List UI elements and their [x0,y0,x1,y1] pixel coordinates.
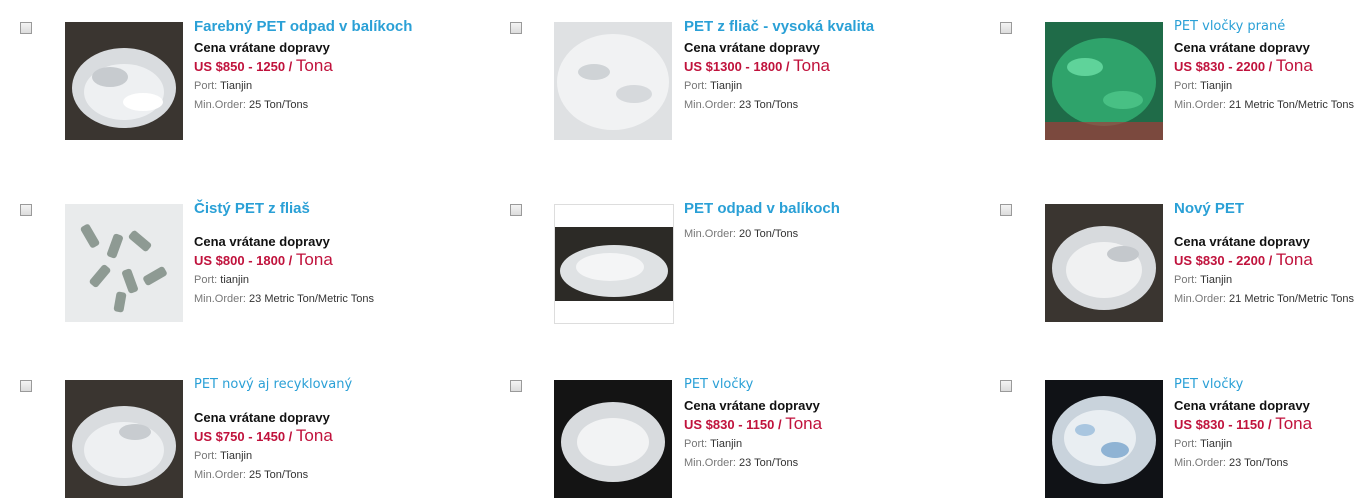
price: US $830 - 1150 / Tona [1174,414,1313,433]
product-title[interactable]: PET z fliač - vysoká kvalita [684,18,946,35]
price-note: Cena vrátane dopravy [194,410,330,425]
product-title[interactable]: Nový PET [1174,200,1356,217]
product-title[interactable]: Farebný PET odpad v balíkoch [194,18,456,35]
product-title[interactable]: PET vločky prané [1174,18,1356,35]
port: Port: tianjin [194,274,250,286]
product-image[interactable] [1045,22,1163,140]
select-checkbox[interactable] [20,22,32,34]
price-note: Cena vrátane dopravy [194,234,330,249]
port: Port: Tianjin [194,450,253,462]
select-checkbox[interactable] [20,204,32,216]
product-title[interactable]: Čistý PET z fliaš [194,200,456,217]
price: US $800 - 1800 / Tona [194,250,333,269]
min-order: Min.Order: 23 Metric Ton/Metric Tons [194,293,374,305]
min-order: Min.Order: 21 Metric Ton/Metric Tons [1174,99,1354,111]
product-title[interactable]: PET vločky [1174,376,1356,393]
price-note: Cena vrátane dopravy [194,40,330,55]
price: US $1300 - 1800 / Tona [684,56,831,75]
product-title[interactable]: PET nový aj recyklovaný [194,376,456,393]
product-image[interactable] [65,380,183,498]
price-note: Cena vrátane dopravy [1174,40,1310,55]
select-checkbox[interactable] [510,22,522,34]
product-image[interactable] [1045,380,1163,498]
product-title[interactable]: PET odpad v balíkoch [684,200,946,217]
select-checkbox[interactable] [20,380,32,392]
port: Port: Tianjin [684,438,743,450]
port: Port: Tianjin [1174,274,1233,286]
pet-flakes-photo [555,227,673,301]
price: US $750 - 1450 / Tona [194,426,333,445]
pet-flakes-photo [72,406,176,486]
product-image[interactable] [1045,204,1163,322]
product-image[interactable] [65,204,183,322]
pet-flakes-photo [1052,396,1156,484]
pet-flakes-photo [554,22,672,140]
price: US $830 - 2200 / Tona [1174,56,1313,75]
price-note: Cena vrátane dopravy [1174,234,1310,249]
min-order: Min.Order: 23 Ton/Tons [1174,457,1289,469]
product-card: PET vločky prané Cena vrátane dopravy US… [1000,19,1358,192]
pet-flakes-photo [561,402,665,482]
select-checkbox[interactable] [510,204,522,216]
price-note: Cena vrátane dopravy [684,40,820,55]
min-order: Min.Order: 25 Ton/Tons [194,469,309,481]
product-title[interactable]: PET vločky [684,376,946,393]
select-checkbox[interactable] [1000,22,1012,34]
product-image[interactable] [554,204,674,324]
min-order: Min.Order: 20 Ton/Tons [684,228,799,240]
port: Port: Tianjin [1174,438,1233,450]
product-card: Nový PET Cena vrátane dopravy US $830 - … [1000,200,1358,374]
price-note: Cena vrátane dopravy [1174,398,1310,413]
product-card: PET odpad v balíkoch Min.Order: 20 Ton/T… [510,200,950,374]
min-order: Min.Order: 21 Metric Ton/Metric Tons [1174,293,1354,305]
pet-flakes-photo [1045,22,1163,140]
product-image[interactable] [65,22,183,140]
min-order: Min.Order: 23 Ton/Tons [684,457,799,469]
select-checkbox[interactable] [510,380,522,392]
product-card: Čistý PET z fliaš Cena vrátane dopravy U… [20,200,460,374]
pet-flakes-photo [1052,226,1156,310]
port: Port: Tianjin [1174,80,1233,92]
product-card: PET vločky Cena vrátane dopravy US $830 … [1000,377,1358,499]
select-checkbox[interactable] [1000,204,1012,216]
pet-pellets-photo [65,204,183,322]
port: Port: Tianjin [194,80,253,92]
min-order: Min.Order: 23 Ton/Tons [684,99,799,111]
price-note: Cena vrátane dopravy [684,398,820,413]
product-card: PET vločky Cena vrátane dopravy US $830 … [510,377,950,499]
price: US $830 - 1150 / Tona [684,414,823,433]
product-image[interactable] [554,380,672,498]
product-card: Farebný PET odpad v balíkoch Cena vrátan… [20,18,460,192]
product-card: PET nový aj recyklovaný Cena vrátane dop… [20,377,460,499]
price: US $830 - 2200 / Tona [1174,250,1313,269]
product-image[interactable] [554,22,672,140]
min-order: Min.Order: 25 Ton/Tons [194,99,309,111]
product-card: PET z fliač - vysoká kvalita Cena vrátan… [510,18,950,192]
price: US $850 - 1250 / Tona [194,56,333,75]
pet-flakes-photo [72,48,176,128]
select-checkbox[interactable] [1000,380,1012,392]
port: Port: Tianjin [684,80,743,92]
